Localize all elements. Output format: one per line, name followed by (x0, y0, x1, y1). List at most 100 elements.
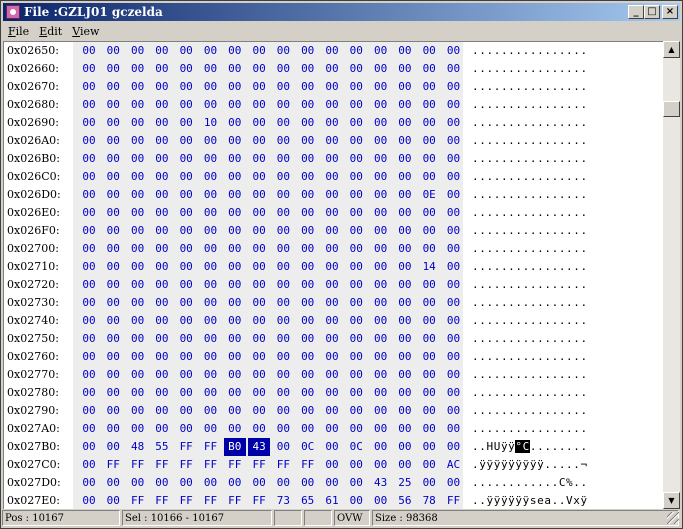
hex-byte[interactable]: 00 (78, 204, 100, 222)
ascii-text[interactable]: ................ (472, 222, 588, 240)
hex-bytes[interactable]: 00 00 00 00 00 00 00 00 00 00 00 00 00 00 00 00 (73, 42, 463, 60)
hex-byte[interactable]: 00 (151, 348, 173, 366)
hex-byte[interactable]: 14 (418, 258, 440, 276)
hex-byte[interactable]: 00 (394, 114, 416, 132)
hex-byte[interactable]: 00 (418, 222, 440, 240)
hex-byte[interactable]: 00 (418, 240, 440, 258)
hex-byte[interactable]: 00 (224, 474, 246, 492)
hex-byte[interactable]: 00 (272, 438, 294, 456)
hex-byte[interactable]: 00 (321, 78, 343, 96)
hex-row[interactable]: 0x02780: 00 00 00 00 00 00 00 00 00 00 00 00 00 00 00 00… (4, 384, 663, 402)
hex-byte[interactable]: 00 (200, 384, 222, 402)
hex-byte[interactable]: FF (102, 456, 124, 474)
hex-byte[interactable]: 00 (200, 240, 222, 258)
hex-byte[interactable]: 00 (345, 168, 367, 186)
hex-byte[interactable]: 00 (151, 114, 173, 132)
hex-byte[interactable]: FF (127, 456, 149, 474)
hex-byte[interactable]: 00 (272, 96, 294, 114)
ascii-text[interactable]: ................ (472, 132, 588, 150)
ascii-text[interactable]: ..HUÿÿ°C........ (472, 438, 588, 456)
hex-row[interactable]: 0x026F0: 00 00 00 00 00 00 00 00 00 00 00 00 00 00 00 00… (4, 222, 663, 240)
app-icon[interactable] (6, 5, 20, 19)
hex-bytes[interactable]: 00 00 00 00 00 00 00 00 00 00 00 00 00 00 00 00 (73, 312, 463, 330)
hex-byte[interactable]: 00 (345, 240, 367, 258)
hex-byte[interactable]: 00 (151, 60, 173, 78)
hex-byte[interactable]: 00 (272, 258, 294, 276)
hex-byte[interactable]: 00 (370, 312, 392, 330)
hex-byte[interactable]: 00 (370, 330, 392, 348)
hex-byte[interactable]: 00 (102, 420, 124, 438)
hex-byte[interactable]: 00 (394, 330, 416, 348)
ascii-text[interactable]: ................ (472, 276, 588, 294)
hex-row[interactable]: 0x02740: 00 00 00 00 00 00 00 00 00 00 00 00 00 00 00 00… (4, 312, 663, 330)
hex-byte[interactable]: 00 (418, 330, 440, 348)
hex-byte[interactable]: 00 (297, 402, 319, 420)
hex-byte[interactable]: 00 (248, 60, 270, 78)
hex-byte[interactable]: 00 (102, 150, 124, 168)
hex-byte[interactable]: 00 (297, 330, 319, 348)
hex-byte[interactable]: 00 (297, 240, 319, 258)
hex-byte[interactable]: 00 (321, 402, 343, 420)
hex-byte[interactable]: 00 (248, 114, 270, 132)
hex-byte[interactable]: 00 (200, 474, 222, 492)
hex-byte[interactable]: 00 (127, 384, 149, 402)
hex-byte[interactable]: 00 (321, 258, 343, 276)
hex-byte[interactable]: 00 (443, 348, 465, 366)
hex-byte[interactable]: 00 (78, 294, 100, 312)
hex-byte[interactable]: 00 (321, 222, 343, 240)
hex-byte[interactable]: 00 (345, 78, 367, 96)
hex-byte[interactable]: 00 (248, 366, 270, 384)
hex-byte[interactable]: 00 (394, 96, 416, 114)
hex-row[interactable]: 0x02680: 00 00 00 00 00 00 00 00 00 00 00 00 00 00 00 00… (4, 96, 663, 114)
ascii-text[interactable]: ................ (472, 186, 588, 204)
hex-byte[interactable]: 00 (224, 204, 246, 222)
hex-byte[interactable]: 00 (370, 366, 392, 384)
hex-byte[interactable]: 00 (370, 222, 392, 240)
title-bar[interactable]: File :GZLJ01 gczelda _ □ × (3, 3, 680, 21)
hex-byte[interactable]: 00 (224, 366, 246, 384)
hex-row[interactable]: 0x027C0: 00 FF FF FF FF FF FF FF FF FF 00 00 00 00 00 AC… (4, 456, 663, 474)
hex-row[interactable]: 0x02760: 00 00 00 00 00 00 00 00 00 00 00 00 00 00 00 00… (4, 348, 663, 366)
hex-row[interactable]: 0x02700: 00 00 00 00 00 00 00 00 00 00 00 00 00 00 00 00… (4, 240, 663, 258)
hex-byte[interactable]: 00 (248, 258, 270, 276)
hex-byte[interactable]: 00 (127, 186, 149, 204)
hex-byte[interactable]: 00 (200, 402, 222, 420)
hex-view[interactable]: 0x02650: 00 00 00 00 00 00 00 00 00 00 00 00 00 00 00 00… (3, 41, 663, 509)
hex-byte[interactable]: 00 (443, 438, 465, 456)
hex-byte[interactable]: 00 (394, 402, 416, 420)
hex-byte[interactable]: 00 (200, 60, 222, 78)
hex-row[interactable]: 0x02720: 00 00 00 00 00 00 00 00 00 00 00 00 00 00 00 00… (4, 276, 663, 294)
hex-byte[interactable]: FF (297, 456, 319, 474)
hex-byte[interactable]: 00 (394, 294, 416, 312)
hex-byte[interactable]: 00 (175, 276, 197, 294)
hex-byte[interactable]: 00 (321, 96, 343, 114)
hex-byte[interactable]: 00 (175, 150, 197, 168)
hex-byte[interactable]: 00 (151, 276, 173, 294)
hex-row[interactable]: 0x02660: 00 00 00 00 00 00 00 00 00 00 00 00 00 00 00 00… (4, 60, 663, 78)
hex-byte[interactable]: 00 (345, 42, 367, 60)
hex-byte[interactable]: 00 (102, 492, 124, 509)
hex-byte[interactable]: 00 (321, 60, 343, 78)
hex-byte[interactable]: 00 (224, 60, 246, 78)
ascii-text[interactable]: ..ÿÿÿÿÿÿsea..Vxÿ (472, 492, 588, 509)
hex-byte[interactable]: 00 (151, 42, 173, 60)
hex-byte[interactable]: 00 (102, 114, 124, 132)
hex-byte[interactable]: 00 (151, 240, 173, 258)
hex-byte[interactable]: 00 (443, 384, 465, 402)
hex-byte[interactable]: 00 (443, 96, 465, 114)
hex-byte[interactable]: 00 (321, 420, 343, 438)
hex-byte[interactable]: 00 (418, 312, 440, 330)
hex-byte[interactable]: 00 (443, 60, 465, 78)
hex-byte[interactable]: 00 (418, 366, 440, 384)
hex-byte[interactable]: 00 (224, 402, 246, 420)
hex-bytes[interactable]: 00 00 00 00 00 00 00 00 00 00 00 00 00 00 00 00 (73, 132, 463, 150)
hex-byte[interactable]: 00 (345, 366, 367, 384)
hex-row[interactable]: 0x026C0: 00 00 00 00 00 00 00 00 00 00 00 00 00 00 00 00… (4, 168, 663, 186)
hex-byte[interactable]: 00 (102, 78, 124, 96)
hex-byte[interactable]: 00 (272, 474, 294, 492)
hex-byte[interactable]: 00 (394, 150, 416, 168)
hex-byte[interactable]: 00 (272, 114, 294, 132)
hex-byte[interactable]: 00 (175, 186, 197, 204)
hex-byte[interactable]: 00 (175, 258, 197, 276)
hex-byte[interactable]: 00 (127, 474, 149, 492)
